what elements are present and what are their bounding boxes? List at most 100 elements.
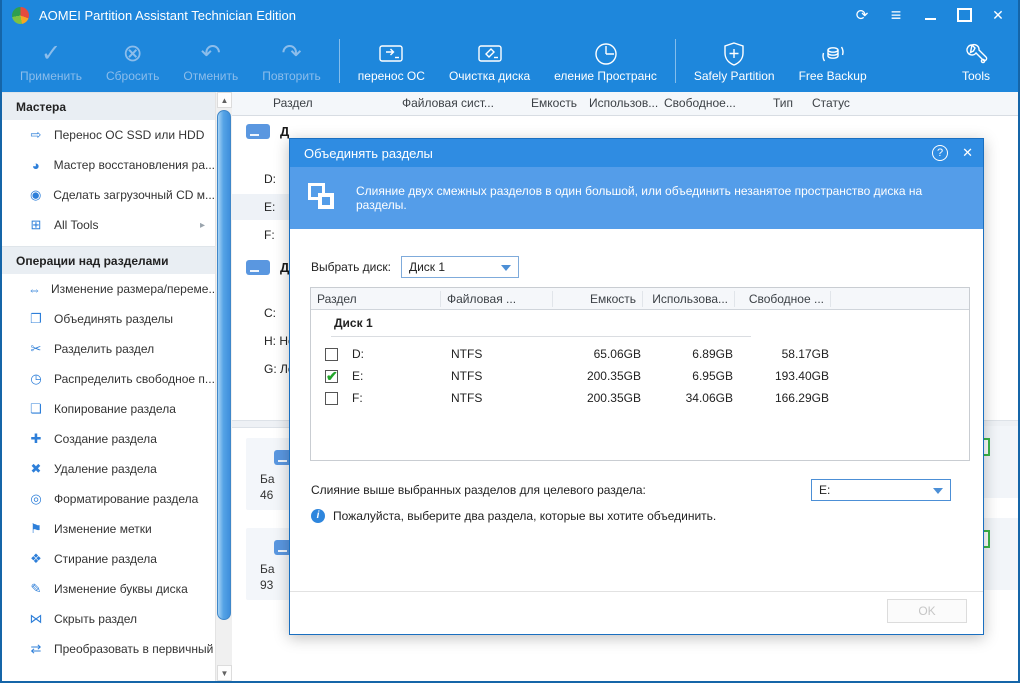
- checkbox-d[interactable]: [325, 347, 338, 361]
- disk-select-dropdown[interactable]: Диск 1: [400, 256, 519, 278]
- target-partition-dropdown[interactable]: E:: [811, 479, 951, 501]
- menu-icon[interactable]: [882, 2, 910, 28]
- sidebar-item-create-partition[interactable]: ✚ Создание раздела: [2, 424, 215, 454]
- recovery-pie-icon: ◕: [31, 157, 40, 173]
- space-allocation-clock-icon: [593, 39, 619, 69]
- apply-button[interactable]: ✓ Применить: [8, 33, 94, 89]
- table-row-e[interactable]: ✔ E: NTFS 200.35GB 6.95GB 193.40GB: [311, 365, 969, 387]
- clock-pie-icon: ◷: [30, 371, 42, 386]
- table-row-f[interactable]: F: NTFS 200.35GB 34.06GB 166.29GB: [311, 387, 969, 409]
- aomei-logo-icon: [12, 6, 29, 24]
- sidebar-item-wipe-partition[interactable]: ❖ Стирание раздела: [2, 544, 215, 574]
- drive-arrow-icon: ⇨: [30, 127, 42, 142]
- sidebar-item-merge-partitions[interactable]: ❐ Объединять разделы: [2, 304, 215, 334]
- sidebar-section-partition-operations: Операции над разделами: [2, 246, 215, 274]
- partition-row-h[interactable]: H: Нов: [232, 328, 301, 354]
- app-header: AOMEI Partition Assistant Technician Edi…: [2, 0, 1018, 92]
- grid-icon: ⊞: [30, 217, 42, 232]
- safely-partition-button[interactable]: Safely Partition: [682, 33, 787, 89]
- refresh-icon[interactable]: [848, 2, 876, 28]
- checkbox-f[interactable]: [325, 391, 338, 405]
- disk-icon: [246, 260, 270, 275]
- apply-check-icon: ✓: [40, 40, 62, 67]
- sidebar-item-bootable-cd[interactable]: ◉ Сделать загрузочный CD м...: [2, 180, 215, 210]
- sidebar-item-hide-partition[interactable]: ⋈ Скрыть раздел: [2, 604, 215, 634]
- sidebar-item-allocate-free-space[interactable]: ◷ Распределить свободное п...: [2, 364, 215, 394]
- sidebar-scrollbar[interactable]: [215, 92, 232, 681]
- disk-group-row[interactable]: Д: [246, 260, 289, 275]
- scroll-down-icon[interactable]: [217, 665, 232, 681]
- brush-icon: ❖: [30, 551, 42, 566]
- dialog-partition-table: Раздел Файловая ... Емкость Использова..…: [310, 287, 970, 461]
- sidebar-item-resize-move[interactable]: ⇔ Изменение размера/переме...: [2, 274, 215, 304]
- migrate-os-disk-icon: [377, 39, 405, 69]
- info-text: Пожалуйста, выберите два раздела, которы…: [333, 509, 717, 523]
- select-disk-label: Выбрать диск:: [311, 260, 391, 274]
- copy-icon: ❏: [30, 401, 42, 416]
- discard-button[interactable]: ⊗ Сбросить: [94, 33, 171, 89]
- title-bar: AOMEI Partition Assistant Technician Edi…: [2, 0, 1018, 30]
- toolbar-separator: [674, 39, 676, 83]
- partition-list-header: Раздел Файловая сист... Емкость Использо…: [232, 92, 1018, 116]
- ok-button[interactable]: OK: [887, 599, 967, 623]
- sidebar-item-migrate-os[interactable]: ⇨ Перенос ОС SSD или HDD: [2, 120, 215, 150]
- group-underline: [331, 336, 751, 337]
- info-icon: [311, 509, 325, 523]
- sidebar-item-format-partition[interactable]: ◎ Форматирование раздела: [2, 484, 215, 514]
- maximize-button[interactable]: [950, 2, 978, 28]
- undo-icon: ↶: [200, 40, 221, 67]
- partition-row-d[interactable]: D:: [232, 166, 289, 192]
- partition-row-c[interactable]: C:: [232, 300, 289, 326]
- sidebar-item-delete-partition[interactable]: ✖ Удаление раздела: [2, 454, 215, 484]
- help-icon[interactable]: [932, 145, 949, 161]
- sidebar-item-partition-recovery[interactable]: ◕ Мастер восстановления ра...: [2, 150, 215, 180]
- target-partition-label: Слияние выше выбранных разделов для целе…: [311, 483, 646, 497]
- shield-plus-icon: [721, 39, 747, 69]
- backup-database-icon: [820, 39, 846, 69]
- convert-arrows-icon: ⇄: [30, 641, 42, 656]
- disk-group-label: Диск 1: [334, 316, 373, 330]
- partition-row-f[interactable]: F:: [232, 222, 289, 248]
- dialog-title-bar: Объединять разделы: [290, 139, 983, 167]
- close-button[interactable]: [984, 2, 1012, 28]
- redo-icon: ↷: [281, 40, 302, 67]
- merge-squares-icon: ❐: [30, 311, 42, 326]
- sidebar-item-change-label[interactable]: ⚑ Изменение метки: [2, 514, 215, 544]
- scroll-up-icon[interactable]: [217, 92, 232, 108]
- format-icon: ◎: [30, 491, 42, 506]
- sidebar: Мастера ⇨ Перенос ОС SSD или HDD ◕ Масте…: [2, 92, 215, 681]
- chevron-right-icon: [200, 220, 205, 231]
- free-backup-button[interactable]: Free Backup: [787, 33, 879, 89]
- pencil-icon: ✎: [30, 581, 42, 596]
- hide-icon: ⋈: [29, 611, 43, 626]
- dialog-table-header: Раздел Файловая ... Емкость Использова..…: [311, 288, 969, 310]
- trash-icon: ✖: [30, 461, 42, 476]
- sidebar-item-copy-partition[interactable]: ❏ Копирование раздела: [2, 394, 215, 424]
- toolbar: ✓ Применить ⊗ Сбросить ↶ Отменить ↷ Повт…: [2, 30, 1018, 92]
- dialog-title: Объединять разделы: [304, 145, 433, 161]
- dialog-close-icon[interactable]: [962, 145, 973, 161]
- sidebar-item-all-tools[interactable]: ⊞ All Tools: [2, 210, 215, 240]
- disk-group-row[interactable]: Д: [246, 124, 289, 139]
- partition-row-e[interactable]: E:: [232, 194, 289, 220]
- merge-partitions-icon: [308, 183, 338, 213]
- partition-row-g[interactable]: G: Лок: [232, 356, 300, 382]
- app-window: AOMEI Partition Assistant Technician Edi…: [0, 0, 1020, 683]
- minimize-button[interactable]: [916, 2, 944, 28]
- space-allocation-button[interactable]: еление Пространс: [542, 33, 669, 89]
- checkbox-e[interactable]: ✔: [325, 368, 338, 384]
- sidebar-item-split-partition[interactable]: ✂ Разделить раздел: [2, 334, 215, 364]
- tools-button[interactable]: Tools: [950, 33, 1002, 89]
- partition-bar[interactable]: [972, 426, 1018, 498]
- redo-button[interactable]: ↷ Повторить: [250, 33, 333, 89]
- scrollbar-thumb[interactable]: [217, 110, 231, 620]
- sidebar-item-convert-to-primary[interactable]: ⇄ Преобразовать в первичный: [2, 634, 215, 664]
- partition-bar[interactable]: [972, 518, 1018, 590]
- disk-cleanup-icon: [476, 39, 504, 69]
- sidebar-item-change-drive-letter[interactable]: ✎ Изменение буквы диска: [2, 574, 215, 604]
- table-row-d[interactable]: D: NTFS 65.06GB 6.89GB 58.17GB: [311, 343, 969, 365]
- undo-button[interactable]: ↶ Отменить: [171, 33, 250, 89]
- toolbar-separator: [338, 39, 340, 83]
- disk-cleanup-button[interactable]: Очистка диска: [437, 33, 542, 89]
- migrate-os-button[interactable]: перенос ОС: [346, 33, 437, 89]
